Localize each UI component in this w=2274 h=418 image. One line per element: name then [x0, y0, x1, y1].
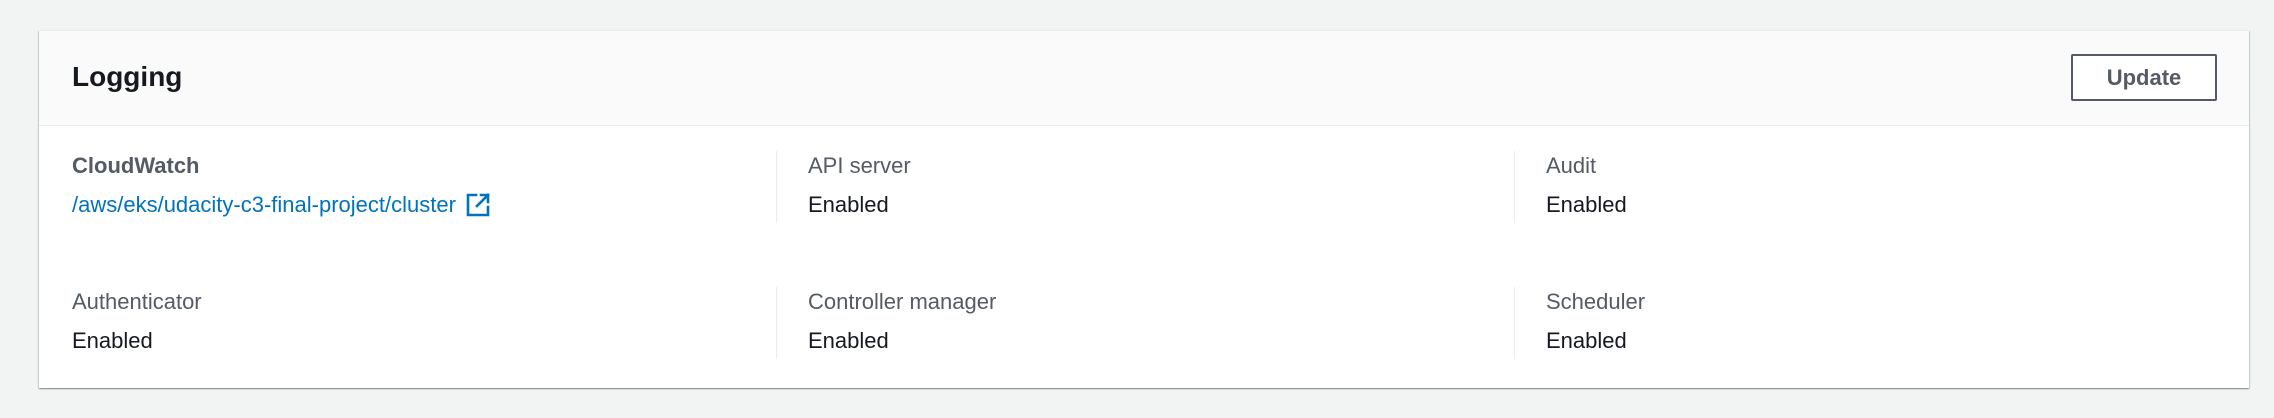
authenticator-field: Authenticator Enabled	[72, 287, 772, 356]
controller-manager-field: Controller manager Enabled	[776, 287, 1516, 359]
authenticator-label: Authenticator	[72, 289, 202, 314]
cloudwatch-log-group-link[interactable]: /aws/eks/udacity-c3-final-project/cluste…	[72, 190, 491, 220]
external-link-icon	[465, 192, 491, 218]
api-server-label: API server	[808, 153, 911, 178]
logging-panel: Logging Update CloudWatch /aws/eks/udaci…	[39, 30, 2249, 388]
cloudwatch-value: /aws/eks/udacity-c3-final-project/cluste…	[72, 190, 772, 220]
audit-value: Enabled	[1546, 192, 1627, 217]
authenticator-value: Enabled	[72, 328, 153, 353]
panel-title: Logging	[72, 61, 183, 92]
scheduler-value: Enabled	[1546, 328, 1627, 353]
update-button[interactable]: Update	[2071, 54, 2217, 101]
scheduler-field: Scheduler Enabled	[1514, 287, 2214, 359]
audit-field: Audit Enabled	[1514, 151, 2214, 223]
cloudwatch-label: CloudWatch	[72, 153, 200, 178]
scheduler-label: Scheduler	[1546, 289, 1646, 314]
api-server-field: API server Enabled	[776, 151, 1516, 223]
panel-header: Logging Update	[39, 31, 2249, 126]
audit-label: Audit	[1546, 153, 1597, 178]
cloudwatch-log-group-text: /aws/eks/udacity-c3-final-project/cluste…	[72, 192, 456, 217]
controller-manager-value: Enabled	[808, 328, 889, 353]
api-server-value: Enabled	[808, 192, 889, 217]
controller-manager-label: Controller manager	[808, 289, 997, 314]
cloudwatch-field: CloudWatch /aws/eks/udacity-c3-final-pro…	[72, 151, 772, 220]
